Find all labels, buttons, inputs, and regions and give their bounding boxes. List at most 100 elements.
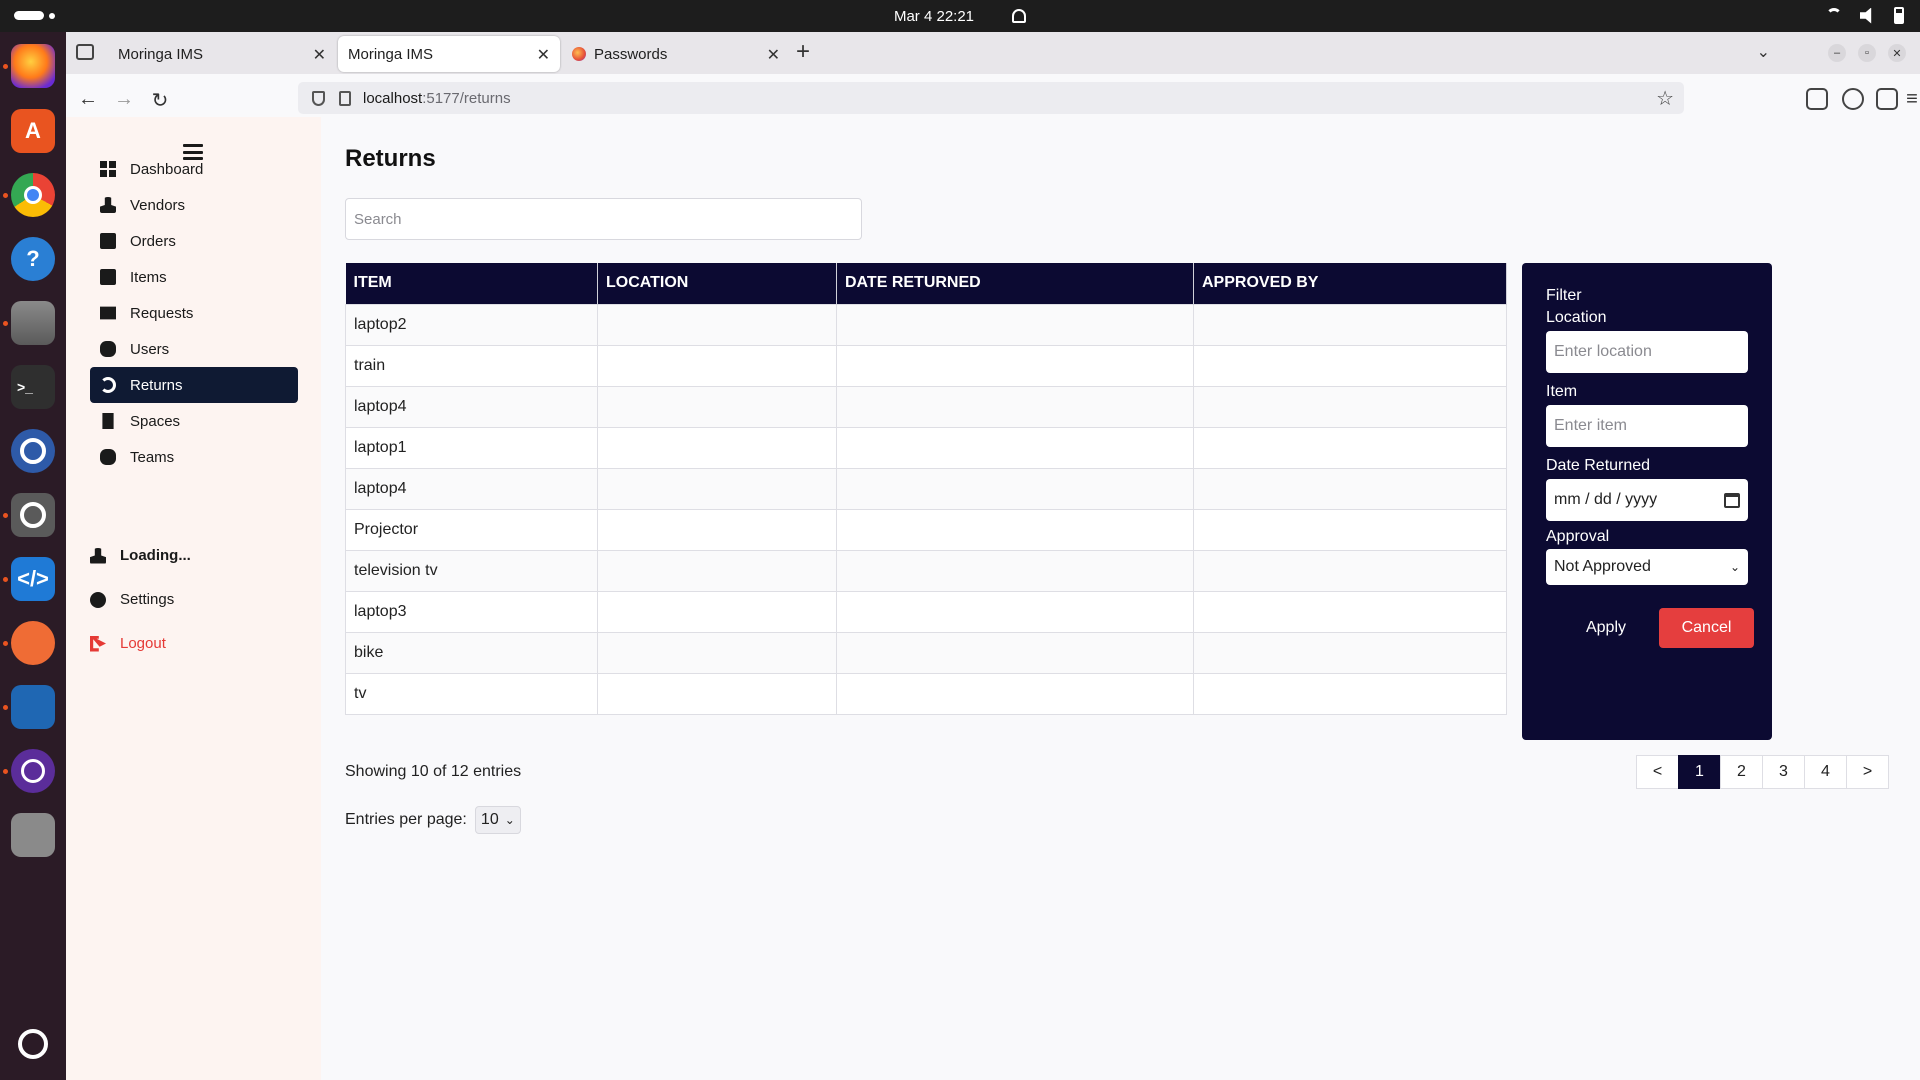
cell-approved-by xyxy=(1193,344,1507,387)
table-row[interactable]: laptop4 xyxy=(345,467,1507,510)
approval-select[interactable]: Not Approved ⌄ xyxy=(1546,549,1748,585)
system-tray[interactable] xyxy=(1826,7,1904,24)
page-button-3[interactable]: 3 xyxy=(1762,755,1805,789)
column-header-approved-by[interactable]: APPROVED BY xyxy=(1193,263,1507,304)
table-row[interactable]: Projector xyxy=(345,508,1507,551)
sidebar-item-orders[interactable]: Orders xyxy=(90,223,298,259)
cell-location xyxy=(597,344,837,387)
show-apps-icon[interactable] xyxy=(11,1022,55,1066)
close-tab-icon[interactable]: ✕ xyxy=(313,45,326,65)
cell-item: bike xyxy=(345,631,598,674)
calendar-icon[interactable] xyxy=(1724,492,1740,508)
postman-icon[interactable] xyxy=(11,621,55,665)
sidebar-item-requests[interactable]: Requests xyxy=(90,295,298,331)
writer-icon[interactable] xyxy=(11,685,55,729)
apply-button[interactable]: Apply xyxy=(1566,608,1646,648)
forward-icon[interactable]: → xyxy=(112,88,136,111)
sidebar-item-label: Items xyxy=(130,268,167,286)
account-icon[interactable] xyxy=(1842,88,1864,110)
close-tab-icon[interactable]: ✕ xyxy=(767,45,780,65)
cell-location xyxy=(597,508,837,551)
gear-icon xyxy=(90,591,106,608)
close-window-icon[interactable]: ✕ xyxy=(1888,44,1906,62)
entries-per-page-select[interactable]: 10 ⌄ xyxy=(474,806,521,834)
tab-list-icon[interactable] xyxy=(76,44,94,60)
app-center-icon[interactable]: A xyxy=(11,109,55,153)
settings-link[interactable]: Settings xyxy=(90,591,174,608)
tab-passwords[interactable]: Passwords ✕ xyxy=(562,36,790,72)
sidebar-item-items[interactable]: Items xyxy=(90,259,298,295)
extensions-icon[interactable] xyxy=(1876,88,1898,110)
search-input[interactable] xyxy=(345,198,862,240)
approval-value: Not Approved xyxy=(1554,558,1651,575)
date-returned-input[interactable]: mm / dd / yyyy xyxy=(1546,479,1748,521)
table-row[interactable]: bike xyxy=(345,631,1507,674)
table-row[interactable]: laptop3 xyxy=(345,590,1507,633)
notification-bell-icon xyxy=(1012,9,1027,23)
files-icon[interactable] xyxy=(11,301,55,345)
menu-icon[interactable]: ≡ xyxy=(1900,88,1920,111)
close-tab-icon[interactable]: ✕ xyxy=(537,45,550,65)
chevron-down-icon: ⌄ xyxy=(1729,560,1740,574)
help-icon[interactable]: ? xyxy=(11,237,55,281)
page-button-1[interactable]: 1 xyxy=(1678,755,1721,789)
logout-link[interactable]: Logout xyxy=(90,635,166,652)
page-button-4[interactable]: 4 xyxy=(1804,755,1847,789)
magnifier-icon[interactable] xyxy=(11,493,55,537)
tab-moringa-1[interactable]: Moringa IMS ✕ xyxy=(108,36,336,72)
tab-moringa-2[interactable]: Moringa IMS ✕ xyxy=(338,36,560,72)
running-indicator xyxy=(3,321,8,326)
page-prev-button[interactable]: < xyxy=(1636,755,1679,789)
table-row[interactable]: laptop4 xyxy=(345,385,1507,428)
column-header-location[interactable]: LOCATION xyxy=(597,263,837,304)
screen-recorder-icon[interactable] xyxy=(11,749,55,793)
terminal-icon[interactable]: >_ xyxy=(11,365,55,409)
bookmark-star-icon[interactable]: ☆ xyxy=(1656,86,1674,111)
column-header-date-returned[interactable]: DATE RETURNED xyxy=(836,263,1194,304)
settings-label: Settings xyxy=(120,591,175,608)
table-row[interactable]: tv xyxy=(345,672,1507,715)
pocket-icon[interactable] xyxy=(1806,88,1828,110)
app-viewport: Dashboard Vendors Orders Items Requests … xyxy=(66,117,1920,1080)
table-row[interactable]: laptop1 xyxy=(345,426,1507,469)
sidebar-item-label: Teams xyxy=(130,448,175,466)
clipboard-icon xyxy=(100,233,116,249)
back-icon[interactable]: ← xyxy=(76,88,100,111)
filter-title: Filter xyxy=(1546,287,1582,304)
location-input[interactable] xyxy=(1546,331,1748,373)
sidebar-item-returns[interactable]: Returns xyxy=(90,367,298,403)
table-row[interactable]: television tv xyxy=(345,549,1507,592)
reload-icon[interactable]: ↻ xyxy=(148,88,172,113)
running-indicator xyxy=(3,577,8,582)
new-tab-icon[interactable]: + xyxy=(796,38,810,66)
user-icon xyxy=(90,547,106,564)
item-input[interactable] xyxy=(1546,405,1748,447)
maximize-icon[interactable]: ▫ xyxy=(1858,44,1876,62)
sidebar-item-spaces[interactable]: Spaces xyxy=(90,403,298,439)
clock[interactable]: Mar 4 22:21 xyxy=(894,8,1027,25)
vscode-icon[interactable]: </> xyxy=(11,557,55,601)
cancel-button[interactable]: Cancel xyxy=(1659,608,1754,648)
cell-date-returned xyxy=(836,590,1194,633)
sidebar-item-teams[interactable]: Teams xyxy=(90,439,298,475)
table-row[interactable]: laptop2 xyxy=(345,303,1507,346)
table-row[interactable]: train xyxy=(345,344,1507,387)
page-button-2[interactable]: 2 xyxy=(1720,755,1763,789)
timer-icon[interactable] xyxy=(11,429,55,473)
cell-location xyxy=(597,467,837,510)
minimize-icon[interactable]: – xyxy=(1828,44,1846,62)
user-status-text: Loading... xyxy=(120,547,191,564)
page-next-button[interactable]: > xyxy=(1846,755,1889,789)
activities-button[interactable] xyxy=(14,11,44,20)
chevron-down-icon[interactable]: ⌄ xyxy=(1757,42,1770,62)
column-header-item[interactable]: ITEM xyxy=(345,263,598,304)
url-bar[interactable]: localhost:5177/returns ☆ xyxy=(298,82,1684,114)
sidebar-item-users[interactable]: Users xyxy=(90,331,298,367)
trash-icon[interactable] xyxy=(11,813,55,857)
page-info-icon[interactable] xyxy=(339,90,351,106)
sidebar-item-vendors[interactable]: Vendors xyxy=(90,187,298,223)
chrome-icon[interactable] xyxy=(11,173,55,217)
tracking-protection-icon[interactable] xyxy=(312,90,325,106)
sidebar-item-dashboard[interactable]: Dashboard xyxy=(90,151,298,187)
firefox-icon[interactable] xyxy=(11,44,55,88)
